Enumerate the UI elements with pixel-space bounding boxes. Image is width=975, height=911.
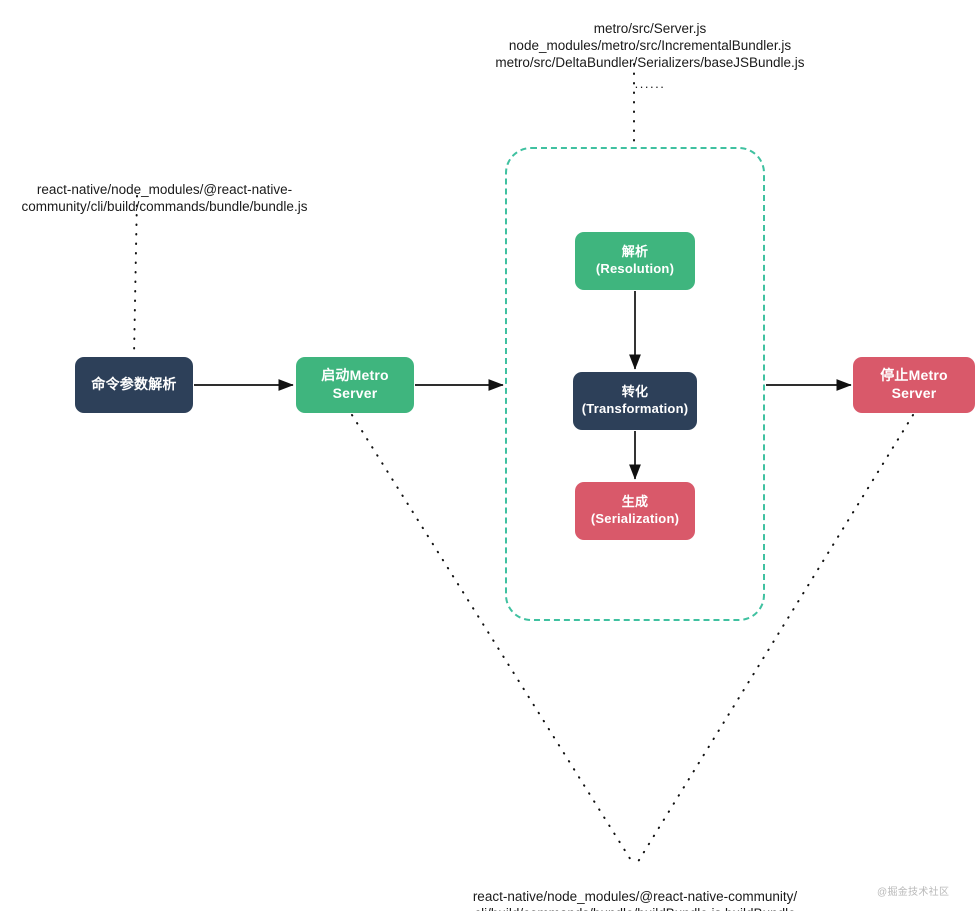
node-serialization[interactable]: 生成 (Serialization) xyxy=(575,482,695,540)
annotation-metro-source-files: metro/src/Server.js node_modules/metro/s… xyxy=(415,4,885,109)
annotation-buildbundle-path: react-native/node_modules/@react-native-… xyxy=(425,872,845,911)
annotation-ellipsis: ...... xyxy=(634,75,666,91)
node-stop-metro-server[interactable]: 停止Metro Server xyxy=(853,357,975,413)
annotation-text: metro/src/Server.js node_modules/metro/s… xyxy=(495,20,805,70)
node-label: 命令参数解析 xyxy=(91,376,177,393)
connector-layer xyxy=(133,63,914,866)
node-start-metro-server[interactable]: 启动Metro Server xyxy=(296,357,414,413)
node-label: 停止Metro Server xyxy=(880,367,948,401)
annotation-text: react-native/node_modules/@react-native-… xyxy=(21,181,308,214)
diagram-canvas: 命令参数解析 启动Metro Server 解析 (Resolution) 转化… xyxy=(0,0,975,911)
node-resolution[interactable]: 解析 (Resolution) xyxy=(575,232,695,290)
node-command-argument-parsing[interactable]: 命令参数解析 xyxy=(75,357,193,413)
node-transformation[interactable]: 转化 (Transformation) xyxy=(573,372,697,430)
watermark: @掘金技术社区 xyxy=(877,887,950,898)
leader-topleft-to-cmdparse xyxy=(133,195,138,357)
node-label: 启动Metro Server xyxy=(321,367,389,401)
node-label: 转化 (Transformation) xyxy=(581,384,689,416)
node-label: 解析 (Resolution) xyxy=(595,244,675,276)
node-label: 生成 (Serialization) xyxy=(590,494,680,526)
annotation-cli-bundle-path: react-native/node_modules/@react-native-… xyxy=(0,165,337,216)
annotation-text: react-native/node_modules/@react-native-… xyxy=(472,888,798,911)
